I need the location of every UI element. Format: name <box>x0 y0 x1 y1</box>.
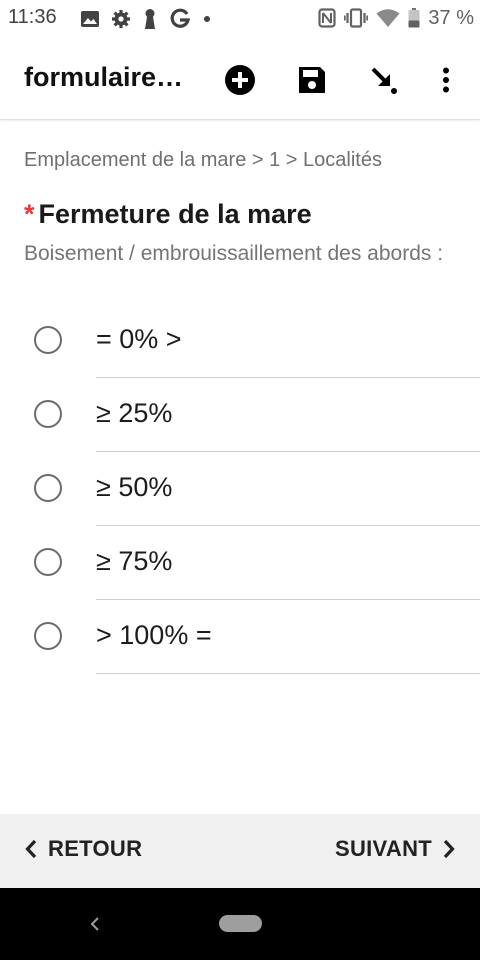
radio-button[interactable] <box>34 622 62 650</box>
system-home-pill[interactable] <box>219 915 262 932</box>
more-vert-icon <box>443 67 449 93</box>
option-label: ≥ 25% <box>96 398 173 428</box>
radio-button[interactable] <box>34 548 62 576</box>
keyhole-icon <box>145 9 155 29</box>
save-form-button[interactable] <box>292 60 332 100</box>
status-bar: 11:36 37 % <box>0 0 480 38</box>
google-g-icon <box>170 8 191 28</box>
status-time: 11:36 <box>8 6 57 28</box>
breadcrumb: Emplacement de la mare > 1 > Localités <box>24 149 382 171</box>
battery-icon <box>408 8 420 28</box>
option-0-percent[interactable]: = 0% > <box>0 304 480 378</box>
radio-button[interactable] <box>34 400 62 428</box>
dot-icon <box>204 16 210 22</box>
option-50-percent[interactable]: ≥ 50% <box>0 452 480 526</box>
chevron-left-icon <box>25 839 37 859</box>
wifi-icon <box>376 9 400 27</box>
option-75-percent[interactable]: ≥ 75% <box>0 526 480 600</box>
bottom-navigation: RETOUR SUIVANT <box>0 814 480 888</box>
form-title: formulaire… <box>24 62 184 92</box>
status-notification-icons <box>80 8 212 30</box>
chevron-right-icon <box>443 839 455 859</box>
system-navigation-bar <box>0 888 480 960</box>
option-label: ≥ 50% <box>96 472 173 502</box>
back-label: RETOUR <box>48 836 143 861</box>
option-label: ≥ 75% <box>96 546 173 576</box>
option-25-percent[interactable]: ≥ 25% <box>0 378 480 452</box>
more-options-button[interactable] <box>426 60 466 100</box>
nfc-icon <box>318 8 337 28</box>
arrow-down-right-icon <box>371 67 397 94</box>
add-icon <box>225 65 255 95</box>
add-repeat-button[interactable] <box>220 60 260 100</box>
radio-group: = 0% > ≥ 25% ≥ 50% ≥ 75% > 100% = <box>0 304 480 674</box>
next-button[interactable]: SUIVANT <box>335 836 456 862</box>
radio-button[interactable] <box>34 474 62 502</box>
question-label: Fermeture de la mare <box>38 199 312 229</box>
gear-icon <box>112 10 130 28</box>
required-marker: * <box>24 199 35 229</box>
image-icon <box>81 11 99 27</box>
radio-button[interactable] <box>34 326 62 354</box>
app-bar: formulaire… <box>0 38 480 120</box>
back-button[interactable]: RETOUR <box>24 836 142 862</box>
status-system-icons: 37 % <box>318 6 474 30</box>
vibrate-icon <box>344 8 369 28</box>
option-100-percent[interactable]: > 100% = <box>0 600 480 674</box>
option-label: > 100% = <box>96 620 212 650</box>
divider <box>96 672 480 674</box>
next-label: SUIVANT <box>334 836 432 861</box>
jump-to-button[interactable] <box>364 60 404 100</box>
question-title: * Fermeture de la mare <box>24 199 312 230</box>
question-hint: Boisement / embrouissaillement des abord… <box>24 242 444 265</box>
battery-percent: 37 % <box>428 6 474 29</box>
save-icon <box>299 67 325 93</box>
system-back-icon[interactable] <box>84 912 108 936</box>
option-label: = 0% > <box>96 324 182 354</box>
